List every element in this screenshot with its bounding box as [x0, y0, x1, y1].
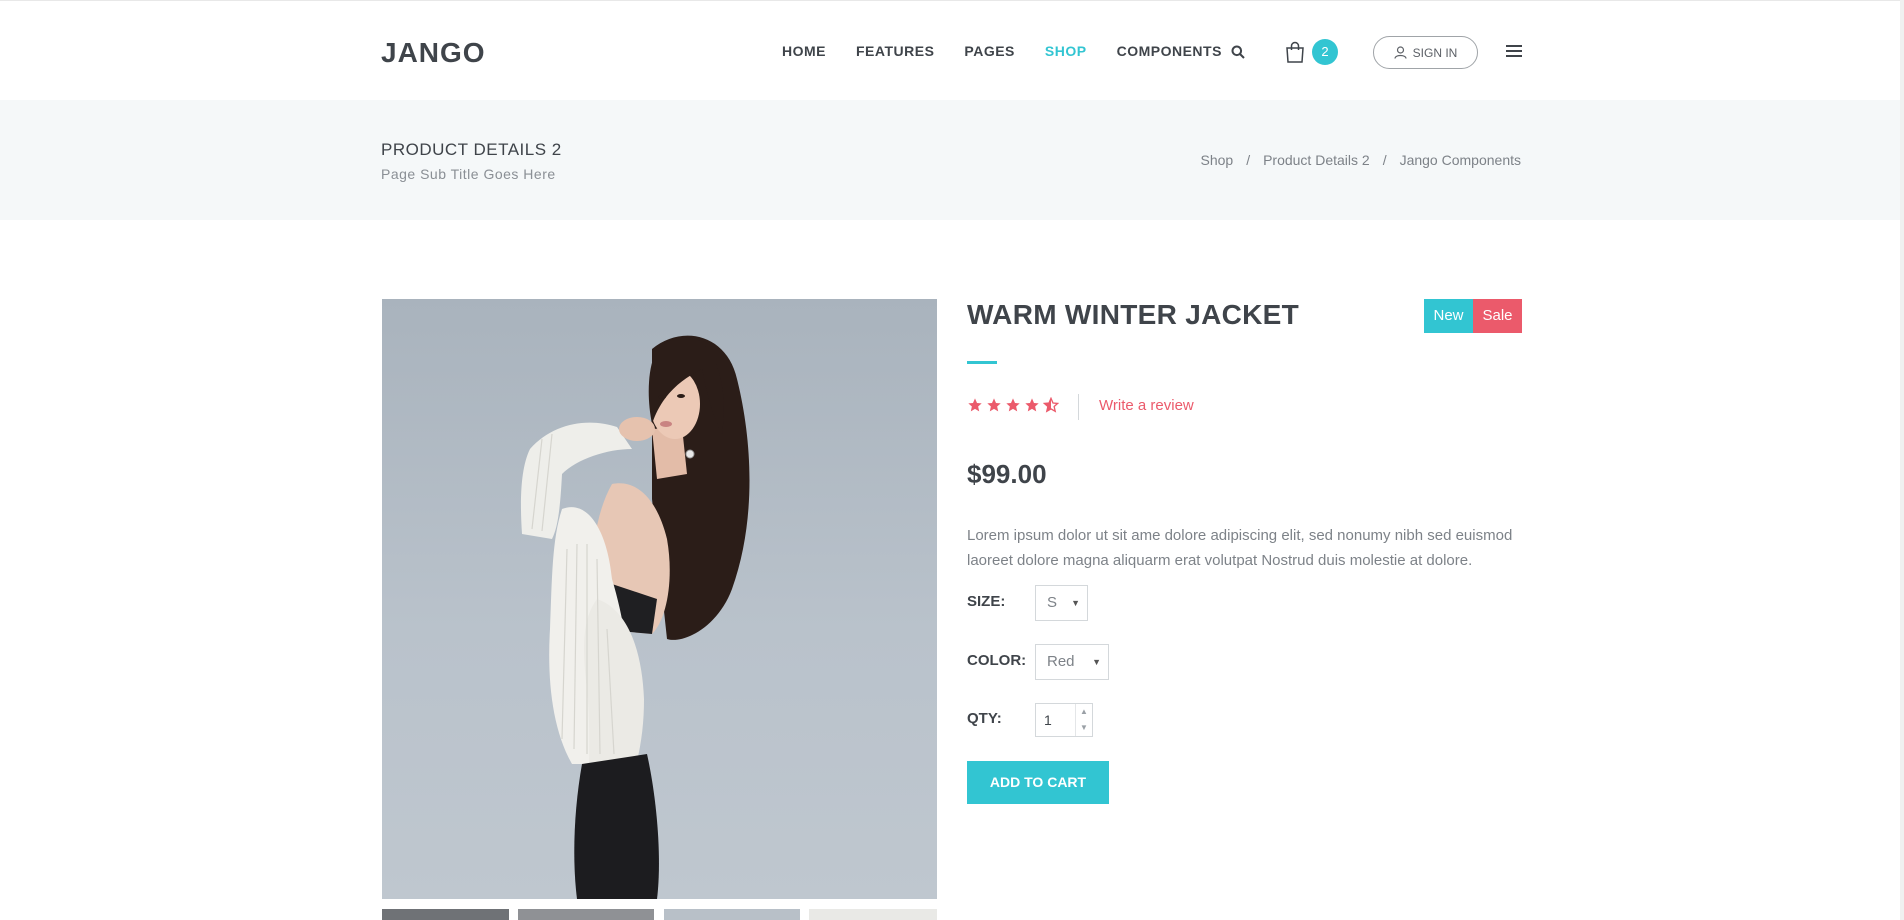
nav-features[interactable]: FEATURES [856, 43, 934, 59]
thumbnail-4[interactable] [809, 909, 937, 920]
cart-button[interactable]: 2 [1283, 39, 1345, 67]
thumbnail-3[interactable] [664, 909, 800, 920]
breadcrumb-product-details[interactable]: Product Details 2 [1263, 152, 1370, 168]
search-icon[interactable] [1231, 45, 1245, 59]
quantity-down-icon[interactable]: ▼ [1076, 720, 1092, 736]
size-select[interactable]: S ▼ [1035, 585, 1088, 621]
star-rating [967, 397, 1062, 413]
size-label: SIZE: [967, 593, 1006, 610]
product-price: $99.00 [967, 459, 1047, 489]
main-nav: HOME FEATURES PAGES SHOP COMPONENTS [782, 43, 1252, 59]
nav-shop[interactable]: SHOP [1045, 43, 1087, 59]
thumbnail-2[interactable] [518, 909, 654, 920]
add-to-cart-button[interactable]: ADD TO CART [967, 761, 1109, 804]
breadcrumb-jango-components[interactable]: Jango Components [1400, 152, 1521, 168]
site-logo[interactable]: JANGO [381, 37, 486, 69]
color-label: COLOR: [967, 652, 1027, 669]
product-title: WARM WINTER JACKET [967, 299, 1300, 330]
product-main-image[interactable] [382, 299, 937, 899]
star-icon [1025, 398, 1039, 412]
product-photo-illustration [520, 335, 750, 899]
sign-in-button[interactable]: SIGN IN [1373, 36, 1478, 69]
caret-down-icon: ▼ [1092, 657, 1101, 667]
cart-count-badge: 2 [1312, 39, 1338, 65]
sale-badge: Sale [1473, 299, 1522, 333]
nav-home[interactable]: HOME [782, 43, 826, 59]
breadcrumb-shop[interactable]: Shop [1200, 152, 1233, 168]
sign-in-label: SIGN IN [1412, 45, 1458, 60]
page-scrollbar[interactable] [1900, 0, 1904, 920]
star-icon [1006, 398, 1020, 412]
nav-pages[interactable]: PAGES [964, 43, 1014, 59]
quantity-stepper: ▲ ▼ [1075, 704, 1092, 736]
product-thumbnails [382, 909, 937, 920]
quantity-up-icon[interactable]: ▲ [1076, 704, 1092, 720]
breadcrumb-separator: / [1382, 152, 1387, 168]
site-header: JANGO HOME FEATURES PAGES SHOP COMPONENT… [0, 0, 1904, 100]
user-icon [1394, 46, 1407, 59]
breadcrumb: Shop / Product Details 2 / Jango Compone… [1200, 152, 1521, 168]
write-review-link[interactable]: Write a review [1099, 397, 1194, 414]
size-select-value: S [1047, 594, 1058, 611]
caret-down-icon: ▼ [1071, 598, 1080, 608]
color-select-value: Red [1047, 653, 1075, 670]
page-subtitle: Page Sub Title Goes Here [381, 166, 556, 182]
rating-divider [1078, 394, 1079, 420]
star-half-icon [1043, 397, 1059, 413]
page-title: PRODUCT DETAILS 2 [381, 140, 562, 159]
title-underline [967, 361, 997, 364]
page-title-bar: PRODUCT DETAILS 2 Page Sub Title Goes He… [0, 100, 1904, 220]
nav-components[interactable]: COMPONENTS [1117, 43, 1222, 59]
hamburger-menu-icon[interactable] [1506, 45, 1522, 59]
new-badge: New [1424, 299, 1473, 333]
thumbnail-1[interactable] [382, 909, 509, 920]
star-icon [968, 398, 982, 412]
product-description: Lorem ipsum dolor ut sit ame dolore adip… [967, 527, 1513, 569]
color-select[interactable]: Red ▼ [1035, 644, 1109, 680]
shopping-bag-icon [1286, 41, 1304, 63]
star-icon [987, 398, 1001, 412]
breadcrumb-separator: / [1246, 152, 1251, 168]
qty-label: QTY: [967, 710, 1002, 727]
